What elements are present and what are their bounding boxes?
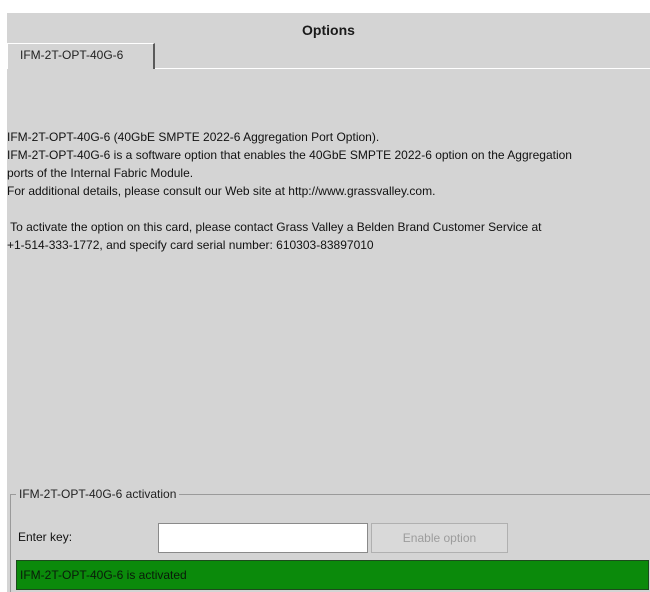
enable-option-button[interactable]: Enable option	[371, 523, 508, 553]
description-line: IFM-2T-OPT-40G-6 (40GbE SMPTE 2022-6 Agg…	[7, 130, 380, 144]
activation-legend: IFM-2T-OPT-40G-6 activation	[16, 487, 180, 501]
description-line: IFM-2T-OPT-40G-6 is a software option th…	[7, 148, 572, 162]
enter-key-label: Enter key:	[18, 530, 73, 544]
description-line: ports of the Internal Fabric Module.	[7, 166, 194, 180]
tab-ifm-2t-opt-40g-6[interactable]: IFM-2T-OPT-40G-6	[7, 43, 155, 69]
description-line: +1-514-333-1772, and specify card serial…	[7, 238, 374, 252]
activation-status-bar: IFM-2T-OPT-40G-6 is activated	[16, 560, 649, 590]
activation-group: IFM-2T-OPT-40G-6 activation Enter key: E…	[10, 487, 650, 592]
window-title: Options	[302, 22, 355, 38]
description-line: To activate the option on this card, ple…	[7, 220, 542, 234]
description-line: For additional details, please consult o…	[7, 184, 436, 198]
key-input[interactable]	[158, 523, 368, 553]
tab-divider	[155, 68, 650, 69]
option-description: IFM-2T-OPT-40G-6 (40GbE SMPTE 2022-6 Agg…	[7, 128, 650, 254]
options-window: Options IFM-2T-OPT-40G-6 IFM-2T-OPT-40G-…	[7, 13, 650, 592]
